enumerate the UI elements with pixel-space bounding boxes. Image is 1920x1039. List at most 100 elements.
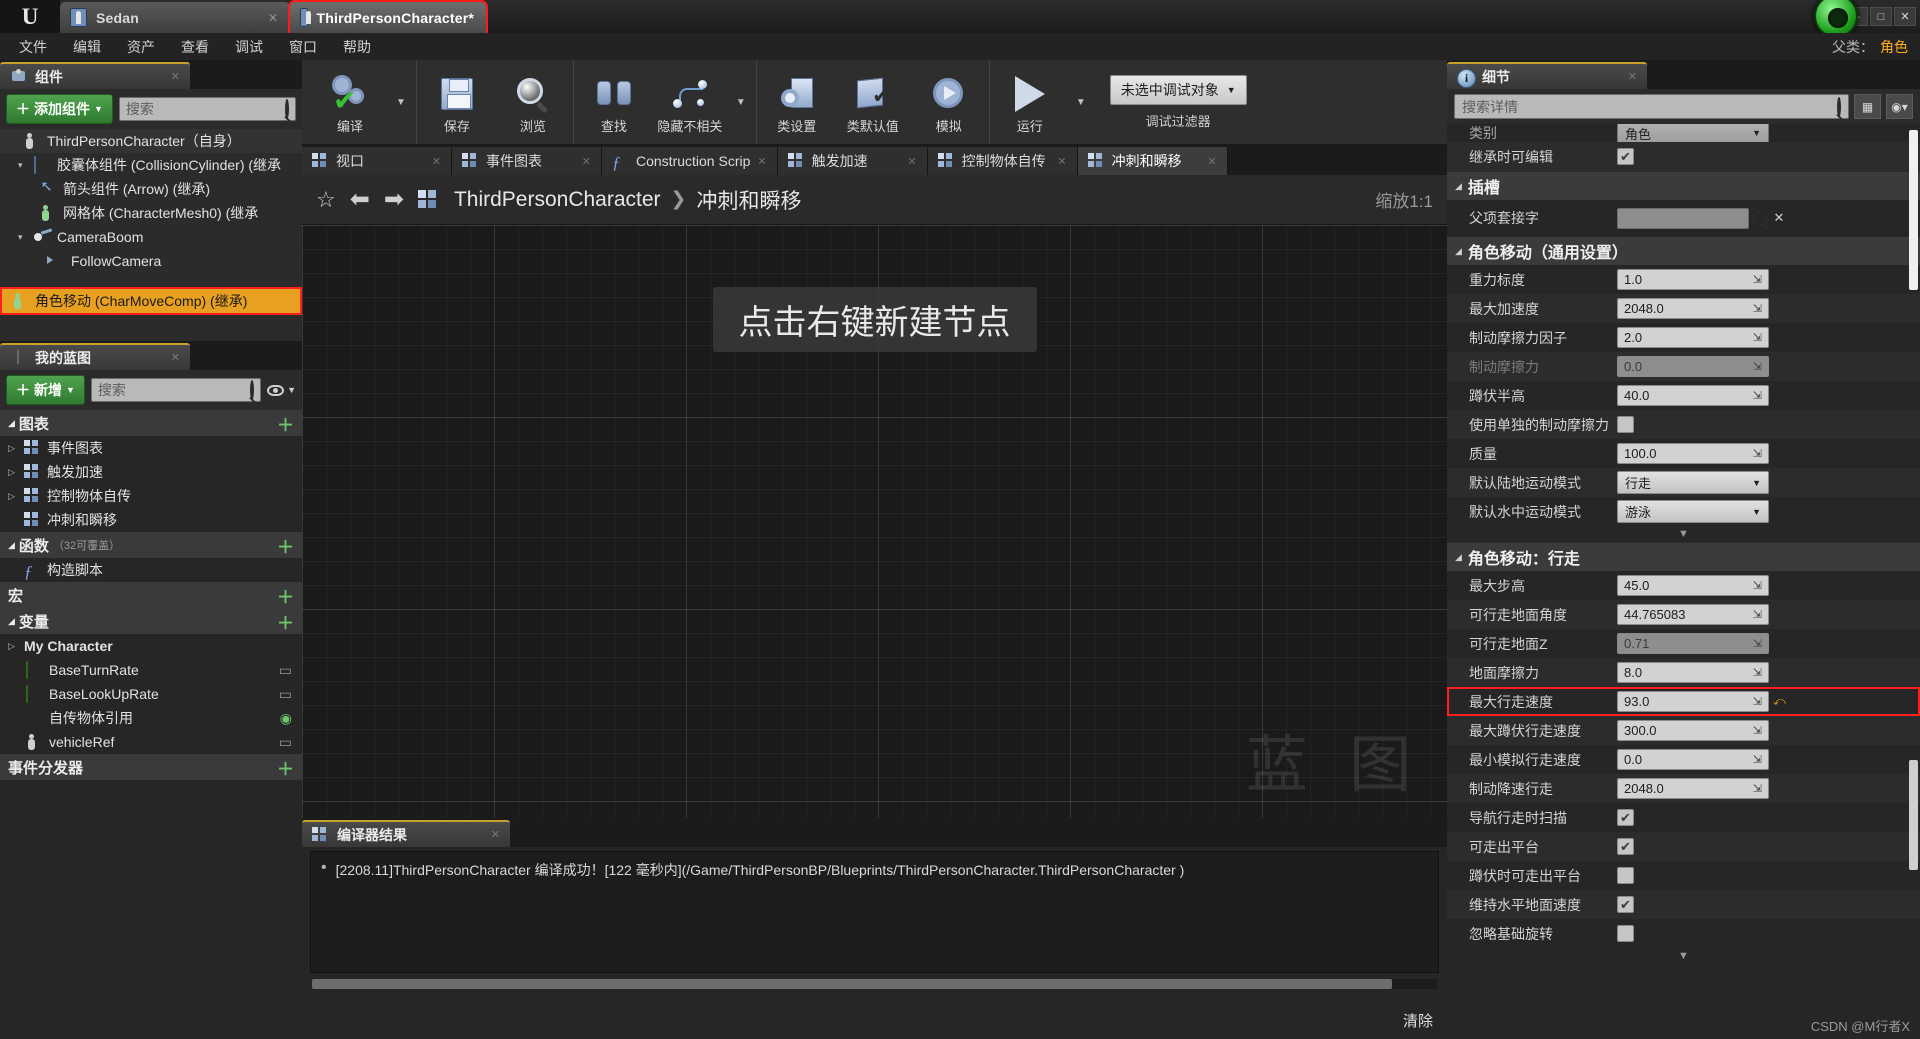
spinner-icon[interactable]: ⇲ xyxy=(1753,666,1762,679)
add-component-button[interactable]: ＋ 添加组件 ▼ xyxy=(6,94,113,124)
expand-arrow[interactable]: ▷ xyxy=(8,443,18,454)
forward-arrow-icon[interactable]: ➡ xyxy=(384,185,404,214)
close-icon[interactable]: ✕ xyxy=(582,155,591,168)
hide-unrelated-dropdown-icon[interactable]: ▼ xyxy=(728,60,754,144)
close-icon[interactable]: ✕ xyxy=(432,155,441,168)
visibility-eye-icon[interactable]: ▼ xyxy=(267,384,296,396)
checkbox[interactable]: ✔ xyxy=(1617,838,1634,855)
select-input[interactable]: 行走 ▼ xyxy=(1617,471,1769,494)
tab-components[interactable]: 组件 ✕ xyxy=(0,62,190,89)
add-variable-button[interactable]: ＋ xyxy=(277,609,294,634)
tab-details[interactable]: i 细节 ✕ xyxy=(1447,62,1647,89)
clear-icon[interactable]: ✕ xyxy=(1769,208,1789,229)
number-input[interactable]: 2.0 ⇲ xyxy=(1617,327,1769,348)
spinner-icon[interactable]: ⇲ xyxy=(1753,389,1762,402)
number-input[interactable]: 45.0 ⇲ xyxy=(1617,575,1769,596)
expand-more-icon[interactable]: ▼ xyxy=(1447,948,1920,964)
spinner-icon[interactable]: ⇲ xyxy=(1753,331,1762,344)
close-button[interactable]: ✕ xyxy=(1894,7,1916,26)
spinner-icon[interactable]: ⇲ xyxy=(1753,608,1762,621)
menu-item-view[interactable]: 查看 xyxy=(168,34,222,60)
find-button[interactable]: 查找 xyxy=(576,60,652,144)
parent-socket-input[interactable] xyxy=(1617,207,1749,229)
close-icon[interactable]: ✕ xyxy=(491,828,500,841)
section-graphs[interactable]: ◢ 图表 ＋ xyxy=(0,410,302,436)
close-icon[interactable]: ✕ xyxy=(757,155,766,168)
menu-item-window[interactable]: 窗口 xyxy=(276,34,330,60)
select-input[interactable]: 游泳 ▼ xyxy=(1617,500,1769,523)
section-macros[interactable]: 宏 ＋ xyxy=(0,582,302,608)
section-event-dispatchers[interactable]: 事件分发器 ＋ xyxy=(0,754,302,780)
variable-row-baselookuprate[interactable]: BaseLookUpRate ▭ xyxy=(0,682,302,706)
spinner-icon[interactable]: ⇲ xyxy=(1753,273,1762,286)
parent-class-value[interactable]: 角色 xyxy=(1880,37,1908,57)
tab-construction-script[interactable]: ƒ Construction Scrip ✕ xyxy=(602,147,778,175)
add-graph-button[interactable]: ＋ xyxy=(277,411,294,436)
tab-my-blueprint[interactable]: 我的蓝图 ✕ xyxy=(0,343,190,370)
scrollbar-thumb[interactable] xyxy=(312,979,1392,989)
tab-dash-teleport[interactable]: 冲刺和瞬移 ✕ xyxy=(1077,147,1228,175)
graph-item-event-graph[interactable]: ▷ 事件图表 xyxy=(0,436,302,460)
number-input[interactable]: 40.0 ⇲ xyxy=(1617,385,1769,406)
variable-group-my-character[interactable]: ▷ My Character xyxy=(0,634,302,658)
number-input[interactable]: 2048.0 ⇲ xyxy=(1617,778,1769,799)
myblueprint-search-input[interactable]: 搜索 xyxy=(90,378,262,402)
back-arrow-icon[interactable]: ⬅ xyxy=(350,185,370,214)
category-character-movement-general[interactable]: ◢ 角色移动（通用设置） xyxy=(1447,236,1920,265)
details-scrollbar-top[interactable] xyxy=(1909,130,1918,290)
expand-arrow[interactable]: ▷ xyxy=(8,491,18,502)
variable-row-baseturnrate[interactable]: BaseTurnRate ▭ xyxy=(0,658,302,682)
browse-button[interactable]: 浏览 xyxy=(495,60,571,144)
variable-row-spin-object-ref[interactable]: 自传物体引用 ◉ xyxy=(0,706,302,730)
component-row-arrow[interactable]: 箭头组件 (Arrow) (继承) xyxy=(0,177,302,201)
close-icon[interactable]: ✕ xyxy=(171,351,180,364)
component-row-collisioncylinder[interactable]: ▾ 胶囊体组件 (CollisionCylinder) (继承 xyxy=(0,153,302,177)
checkbox[interactable]: ✔ xyxy=(1617,896,1634,913)
expand-arrow[interactable]: ▾ xyxy=(18,160,28,171)
section-variables[interactable]: ◢ 变量 ＋ xyxy=(0,608,302,634)
compiler-output[interactable]: • [2208.11]ThirdPersonCharacter 编译成功！[12… xyxy=(310,851,1439,973)
menu-item-edit[interactable]: 编辑 xyxy=(60,34,114,60)
tab-compiler-results[interactable]: 编译器结果 ✕ xyxy=(302,820,510,847)
add-macro-button[interactable]: ＋ xyxy=(277,583,294,608)
number-input[interactable]: 1.0 ⇲ xyxy=(1617,269,1769,290)
breadcrumb-root[interactable]: ThirdPersonCharacter xyxy=(454,188,661,212)
section-functions[interactable]: ◢ 函数 （32可覆盖） ＋ xyxy=(0,532,302,558)
expand-arrow[interactable]: ▷ xyxy=(8,467,18,478)
number-input[interactable]: 300.0 ⇲ xyxy=(1617,720,1769,741)
graph-item-object-spin[interactable]: ▷ 控制物体自传 xyxy=(0,484,302,508)
spinner-icon[interactable]: ⇲ xyxy=(1753,695,1762,708)
graph-item-dash-teleport[interactable]: 冲刺和瞬移 xyxy=(0,508,302,532)
compiler-horizontal-scrollbar[interactable] xyxy=(312,979,1437,989)
component-row-charmovecomp[interactable]: 角色移动 (CharMoveComp) (继承) xyxy=(0,287,302,315)
menu-item-debug[interactable]: 调试 xyxy=(222,34,276,60)
category-sockets[interactable]: ◢ 插槽 xyxy=(1447,171,1920,200)
close-icon[interactable]: ✕ xyxy=(1207,155,1216,168)
maximize-button[interactable]: □ xyxy=(1870,7,1892,26)
number-input[interactable]: 0.0 ⇲ xyxy=(1617,749,1769,770)
spinner-icon[interactable]: ⇲ xyxy=(1753,302,1762,315)
menu-item-help[interactable]: 帮助 xyxy=(330,34,384,60)
function-item-construction-script[interactable]: ƒ 构造脚本 xyxy=(0,558,302,582)
spinner-icon[interactable]: ⇲ xyxy=(1753,753,1762,766)
clear-button[interactable]: 清除 xyxy=(1403,1010,1433,1031)
spinner-icon[interactable]: ⇲ xyxy=(1753,782,1762,795)
category-character-movement-walking[interactable]: ◢ 角色移动：行走 xyxy=(1447,542,1920,571)
variable-row-vehicleref[interactable]: vehicleRef ▭ xyxy=(0,730,302,754)
tab-trigger-accel[interactable]: 触发加速 ✕ xyxy=(777,147,928,175)
component-row-charactermesh[interactable]: 网格体 (CharacterMesh0) (继承 xyxy=(0,201,302,225)
tab-object-spin[interactable]: 控制物体自传 ✕ xyxy=(927,147,1078,175)
save-button[interactable]: 保存 xyxy=(419,60,495,144)
add-event-dispatcher-button[interactable]: ＋ xyxy=(277,755,294,780)
eye-icon[interactable]: ◉ xyxy=(280,710,292,727)
checkbox[interactable]: ✔ xyxy=(1617,867,1634,884)
edit-icon[interactable]: ▭ xyxy=(279,662,292,679)
search-icon[interactable] xyxy=(1749,208,1769,229)
debug-object-select[interactable]: 未选中调试对象 ▼ xyxy=(1109,74,1247,105)
menu-item-asset[interactable]: 资产 xyxy=(114,34,168,60)
close-icon[interactable]: ✕ xyxy=(1628,70,1637,83)
number-input[interactable]: 2048.0 ⇲ xyxy=(1617,298,1769,319)
menu-item-file[interactable]: 文件 xyxy=(6,34,60,60)
compile-dropdown-icon[interactable]: ▼ xyxy=(388,60,414,144)
component-row-cameraboom[interactable]: ▾ CameraBoom xyxy=(0,225,302,249)
